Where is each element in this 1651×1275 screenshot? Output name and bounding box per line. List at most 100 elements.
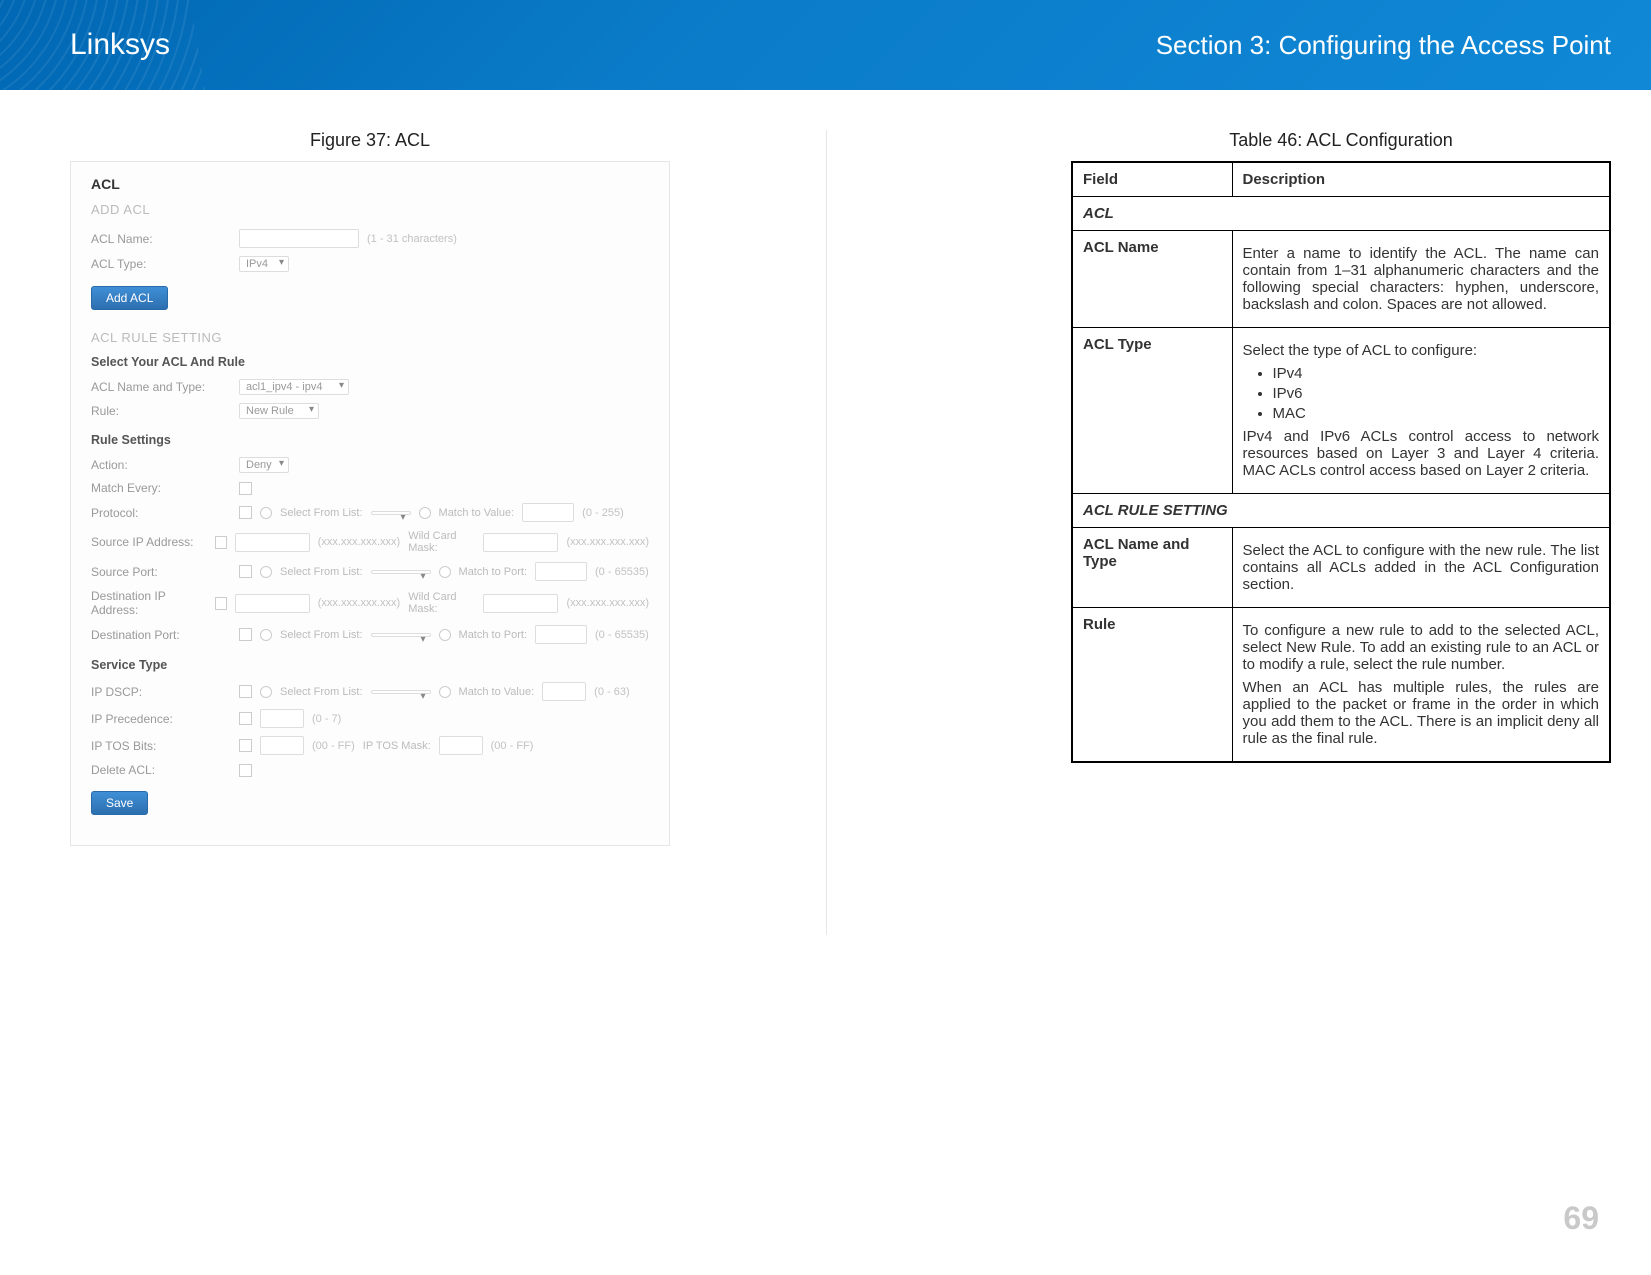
acl-config-table: Field Description ACL ACL Name Enter a n…: [1071, 161, 1611, 763]
row-name-type-field: ACL Name and Type: [1072, 528, 1232, 608]
dst-port-checkbox[interactable]: [239, 628, 252, 641]
page-header: Linksys Section 3: Configuring the Acces…: [0, 0, 1651, 90]
action-select[interactable]: Deny: [239, 457, 289, 473]
dst-wcm-format: (xxx.xxx.xxx.xxx): [566, 597, 649, 609]
th-field: Field: [1072, 162, 1232, 197]
ip-dscp-label: IP DSCP:: [91, 685, 231, 699]
dscp-sfl: Select From List:: [280, 686, 363, 698]
match-every-label: Match Every:: [91, 481, 231, 495]
protocol-value-input[interactable]: [522, 503, 574, 522]
precedence-checkbox[interactable]: [239, 712, 252, 725]
src-ip-checkbox[interactable]: [215, 536, 226, 549]
dscp-value-radio[interactable]: [439, 686, 451, 698]
dst-port-hint: (0 - 65535): [595, 629, 649, 641]
dst-port-list-radio[interactable]: [260, 629, 272, 641]
delete-acl-label: Delete ACL:: [91, 763, 231, 777]
row-acl-type-desc: Select the type of ACL to configure: IPv…: [1232, 328, 1610, 494]
acl-heading: ACL: [91, 176, 649, 192]
protocol-checkbox[interactable]: [239, 506, 252, 519]
acl-name-hint: (1 - 31 characters): [367, 233, 457, 245]
right-column: Table 46: ACL Configuration Field Descri…: [1071, 130, 1611, 846]
tos-mask-input[interactable]: [439, 736, 483, 755]
dst-wcm-label: Wild Card Mask:: [408, 591, 475, 615]
src-port-list-radio[interactable]: [260, 566, 272, 578]
dst-wcm-input[interactable]: [483, 594, 558, 613]
row-name-type-desc: Select the ACL to configure with the new…: [1232, 528, 1610, 608]
brand-logo: Linksys: [0, 28, 170, 62]
src-port-match-radio[interactable]: [439, 566, 451, 578]
src-port-label: Source Port:: [91, 565, 231, 579]
dst-ip-label: Destination IP Address:: [91, 589, 207, 617]
bullet-mac: MAC: [1273, 405, 1600, 422]
dscp-list-radio[interactable]: [260, 686, 272, 698]
left-column: Figure 37: ACL ACL ADD ACL ACL Name: (1 …: [70, 130, 670, 846]
rule-settings-label: Rule Settings: [91, 433, 649, 447]
acl-name-type-label: ACL Name and Type:: [91, 380, 231, 394]
ip-precedence-label: IP Precedence:: [91, 712, 231, 726]
figure-caption: Figure 37: ACL: [70, 130, 670, 151]
dst-port-mtp: Match to Port:: [459, 629, 527, 641]
dscp-input[interactable]: [542, 682, 586, 701]
src-ip-input[interactable]: [235, 533, 310, 552]
acl-name-label: ACL Name:: [91, 232, 231, 246]
match-every-checkbox[interactable]: [239, 482, 252, 495]
acl-name-type-select[interactable]: acl1_ipv4 - ipv4: [239, 379, 349, 395]
dst-port-sfl: Select From List:: [280, 629, 363, 641]
dst-port-select[interactable]: [371, 633, 431, 637]
protocol-label: Protocol:: [91, 506, 231, 520]
precedence-hint: (0 - 7): [312, 713, 341, 725]
dst-port-input[interactable]: [535, 625, 587, 644]
row-acl-name-field: ACL Name: [1072, 231, 1232, 328]
acl-type-select[interactable]: IPv4: [239, 256, 289, 272]
table-caption: Table 46: ACL Configuration: [1071, 130, 1611, 151]
section-title: Section 3: Configuring the Access Point: [1156, 30, 1611, 61]
row-rule-desc: To configure a new rule to add to the se…: [1232, 608, 1610, 763]
bullet-ipv4: IPv4: [1273, 365, 1600, 382]
bullet-ipv6: IPv6: [1273, 385, 1600, 402]
src-port-input[interactable]: [535, 562, 587, 581]
save-button[interactable]: Save: [91, 791, 148, 815]
dst-port-label: Destination Port:: [91, 628, 231, 642]
th-desc: Description: [1232, 162, 1610, 197]
section-acl: ACL: [1072, 197, 1610, 231]
dst-ip-input[interactable]: [235, 594, 310, 613]
src-wcm-input[interactable]: [483, 533, 558, 552]
acl-type-label: ACL Type:: [91, 257, 231, 271]
page-number: 69: [1563, 1200, 1599, 1237]
dscp-mtv: Match to Value:: [459, 686, 535, 698]
src-port-select[interactable]: [371, 570, 431, 574]
add-acl-button[interactable]: Add ACL: [91, 286, 168, 310]
row-acl-name-desc: Enter a name to identify the ACL. The na…: [1232, 231, 1610, 328]
acl-name-input[interactable]: [239, 229, 359, 248]
delete-acl-checkbox[interactable]: [239, 764, 252, 777]
row-acl-type-field: ACL Type: [1072, 328, 1232, 494]
src-ip-label: Source IP Address:: [91, 535, 207, 549]
dst-ip-format: (xxx.xxx.xxx.xxx): [318, 597, 401, 609]
service-type-label: Service Type: [91, 658, 649, 672]
row-rule-field: Rule: [1072, 608, 1232, 763]
acl-screenshot: ACL ADD ACL ACL Name: (1 - 31 characters…: [70, 161, 670, 846]
protocol-hint: (0 - 255): [582, 507, 624, 519]
action-label: Action:: [91, 458, 231, 472]
protocol-list-radio[interactable]: [260, 507, 272, 519]
rule-select[interactable]: New Rule: [239, 403, 319, 419]
tos-checkbox[interactable]: [239, 739, 252, 752]
add-acl-subhead: ADD ACL: [91, 202, 649, 217]
select-acl-rule-label: Select Your ACL And Rule: [91, 355, 649, 369]
dscp-checkbox[interactable]: [239, 685, 252, 698]
acl-rule-setting-subhead: ACL RULE SETTING: [91, 330, 649, 345]
protocol-mtv: Match to Value:: [439, 507, 515, 519]
src-port-hint: (0 - 65535): [595, 566, 649, 578]
dst-port-match-radio[interactable]: [439, 629, 451, 641]
dscp-select[interactable]: [371, 690, 431, 694]
dscp-hint: (0 - 63): [594, 686, 629, 698]
precedence-input[interactable]: [260, 709, 304, 728]
src-ip-format: (xxx.xxx.xxx.xxx): [318, 536, 401, 548]
dst-ip-checkbox[interactable]: [215, 597, 226, 610]
src-port-checkbox[interactable]: [239, 565, 252, 578]
src-port-sfl: Select From List:: [280, 566, 363, 578]
section-rule: ACL RULE SETTING: [1072, 494, 1610, 528]
protocol-select[interactable]: [371, 511, 411, 515]
protocol-value-radio[interactable]: [419, 507, 431, 519]
tos-input[interactable]: [260, 736, 304, 755]
